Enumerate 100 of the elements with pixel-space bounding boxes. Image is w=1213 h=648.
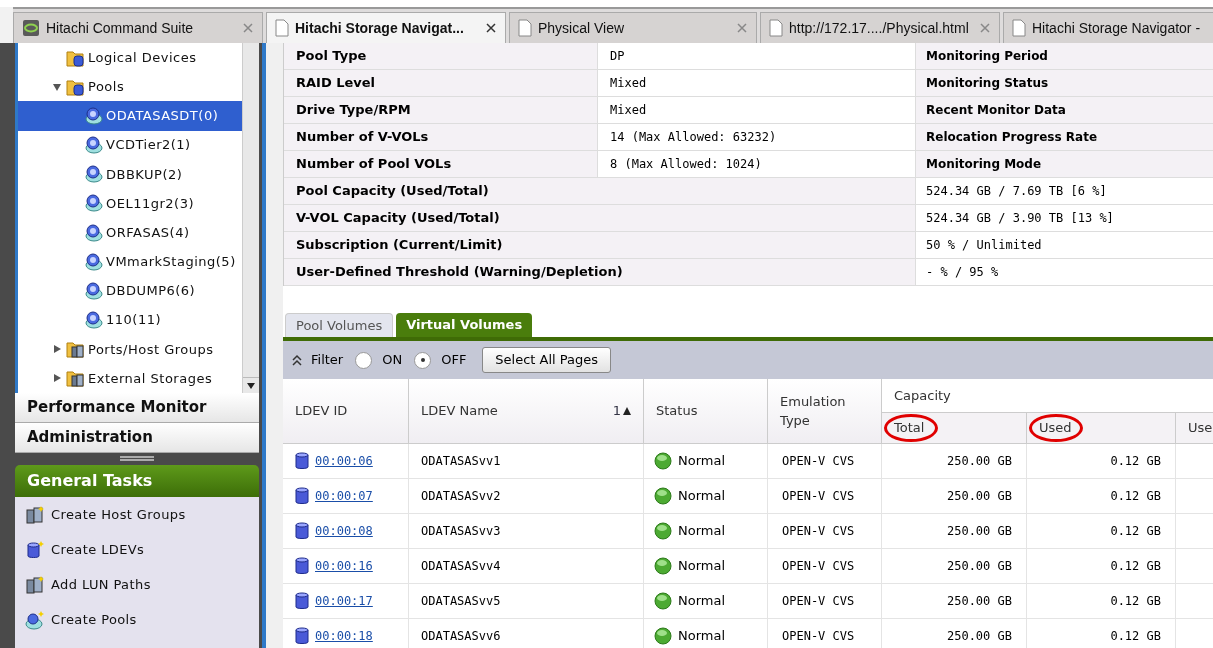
column-header[interactable]: Used xyxy=(1027,413,1176,444)
task-link[interactable]: Create Host Groups xyxy=(25,505,249,525)
collapse-icon[interactable] xyxy=(291,354,303,366)
volume-icon xyxy=(295,452,309,470)
browser-tab[interactable]: Hitachi Storage Navigat... xyxy=(266,12,506,43)
table-cell: Normal xyxy=(644,514,768,549)
property-value: 524.34 GB / 3.90 TB [13 %] xyxy=(915,205,1213,232)
table-cell: 250.00 GB xyxy=(882,444,1027,479)
tab[interactable]: Virtual Volumes xyxy=(396,313,533,337)
browser-tab[interactable]: http://172.17..../Physical.html xyxy=(760,12,1000,43)
expanded-arrow-icon[interactable] xyxy=(52,81,64,92)
scrollbar[interactable] xyxy=(242,43,259,393)
property-label: Number of Pool VOLs xyxy=(284,151,597,178)
table-cell: OPEN-V CVS xyxy=(768,619,882,648)
table-cell: OPEN-V CVS xyxy=(768,444,882,479)
column-header[interactable]: LDEV Name 1 xyxy=(409,379,644,444)
status-ok-icon xyxy=(654,627,672,645)
property-value: Mixed xyxy=(597,97,915,124)
close-icon[interactable] xyxy=(485,22,497,34)
browser-tab[interactable]: Hitachi Storage Navigator - xyxy=(1003,12,1213,43)
radio-button[interactable] xyxy=(355,351,373,369)
hosts-folder-icon xyxy=(66,339,86,360)
table-cell: Normal xyxy=(644,619,768,648)
table-cell: 250.00 GB xyxy=(882,514,1027,549)
pool-icon xyxy=(84,193,104,214)
table-cell: Normal xyxy=(644,549,768,584)
servers-icon xyxy=(25,575,45,595)
ldev-id-link[interactable]: 00:00:06 xyxy=(315,452,373,470)
tree-item[interactable]: DBBKUP(2) xyxy=(18,159,242,189)
property-label: Recent Monitor Data xyxy=(915,97,1213,124)
ldev-id-link[interactable]: 00:00:17 xyxy=(315,592,373,610)
scroll-down-icon[interactable] xyxy=(247,382,255,389)
general-tasks-header: General Tasks xyxy=(15,465,259,497)
radio-button[interactable] xyxy=(414,351,432,369)
nav-section[interactable]: Administration xyxy=(15,423,259,453)
task-link[interactable]: Create Pools xyxy=(25,610,249,630)
ldev-id-link[interactable]: 00:00:07 xyxy=(315,487,373,505)
servers-icon xyxy=(25,505,45,525)
sort-ascending-icon[interactable] xyxy=(623,407,631,415)
table-cell: 0.12 GB xyxy=(1027,619,1176,648)
status-ok-icon xyxy=(654,452,672,470)
task-link[interactable]: Create LDEVs xyxy=(25,540,249,560)
status-ok-icon xyxy=(654,487,672,505)
volume-icon xyxy=(295,592,309,610)
hosts-folder-icon xyxy=(66,368,86,389)
ldev-id-link[interactable]: 00:00:16 xyxy=(315,557,373,575)
column-header[interactable]: Status xyxy=(644,379,768,444)
table-cell: 0.12 GB xyxy=(1027,444,1176,479)
table-cell: Normal xyxy=(644,584,768,619)
property-label: RAID Level xyxy=(284,70,597,97)
new-volume-icon xyxy=(25,540,45,560)
table-cell: 250.00 GB xyxy=(882,479,1027,514)
tree-item[interactable]: OEL11gr2(3) xyxy=(18,188,242,219)
tree-item[interactable]: Pools xyxy=(18,72,242,102)
app-logo-icon xyxy=(22,19,40,37)
property-label: V-VOL Capacity (Used/Total) xyxy=(284,205,915,232)
browser-tab[interactable]: Hitachi Command Suite xyxy=(13,12,263,43)
browser-tab[interactable]: Physical View xyxy=(509,12,757,43)
table-cell: 250.00 GB xyxy=(882,584,1027,619)
table-cell: ODATASASvv2 xyxy=(409,479,644,514)
grip-icon[interactable] xyxy=(120,456,154,462)
pool-icon xyxy=(84,280,104,301)
task-link[interactable]: Add LUN Paths xyxy=(25,575,249,595)
property-label: Monitoring Status xyxy=(915,70,1213,97)
table-cell: ODATASASvv6 xyxy=(409,619,644,648)
ldev-id-link[interactable]: 00:00:08 xyxy=(315,522,373,540)
ldev-id-link[interactable]: 00:00:18 xyxy=(315,627,373,645)
tree-item[interactable]: Logical Devices xyxy=(18,43,242,73)
property-value: 524.34 GB / 7.69 TB [6 %] xyxy=(915,178,1213,205)
property-label: User-Defined Threshold (Warning/Depletion) xyxy=(284,259,915,286)
tree-item[interactable]: ORFASAS(4) xyxy=(18,218,242,248)
property-label: Pool Type xyxy=(284,43,597,70)
table-cell: Normal xyxy=(644,444,768,479)
property-value: 50 % / Unlimited xyxy=(915,232,1213,259)
table-cell: OPEN-V CVS xyxy=(768,514,882,549)
column-header[interactable]: Emulation Type xyxy=(768,379,882,444)
page-icon xyxy=(769,19,783,37)
tree-item[interactable]: Ports/Host Groups xyxy=(18,334,242,364)
property-value: - % / 95 % xyxy=(915,259,1213,286)
property-value: Mixed xyxy=(597,70,915,97)
table-cell: OPEN-V CVS xyxy=(768,549,882,584)
select-all-pages-button[interactable]: Select All Pages xyxy=(482,347,612,373)
tree-item[interactable]: VMmarkStaging(5) xyxy=(18,247,242,277)
tree-item[interactable]: External Storages xyxy=(18,363,242,393)
tree-item[interactable]: VCDTier2(1) xyxy=(18,130,242,160)
property-label: Drive Type/RPM xyxy=(284,97,597,124)
table-cell: 250.00 GB xyxy=(882,619,1027,648)
tab[interactable]: Pool Volumes xyxy=(285,313,394,337)
table-cell: OPEN-V CVS xyxy=(768,479,882,514)
column-header[interactable]: Total xyxy=(882,413,1027,444)
nav-section[interactable]: Performance Monitor xyxy=(15,393,259,423)
status-ok-icon xyxy=(654,522,672,540)
tree-item[interactable]: 110(11) xyxy=(18,305,242,335)
column-header[interactable]: LDEV ID xyxy=(283,379,409,444)
property-value: DP xyxy=(597,43,915,70)
new-pool-icon xyxy=(25,610,45,630)
status-ok-icon xyxy=(654,557,672,575)
tree-item[interactable]: DBDUMP6(6) xyxy=(18,276,242,306)
tree-item[interactable]: ODATASASDT(0) xyxy=(18,101,242,131)
column-header[interactable]: Use xyxy=(1176,413,1213,444)
